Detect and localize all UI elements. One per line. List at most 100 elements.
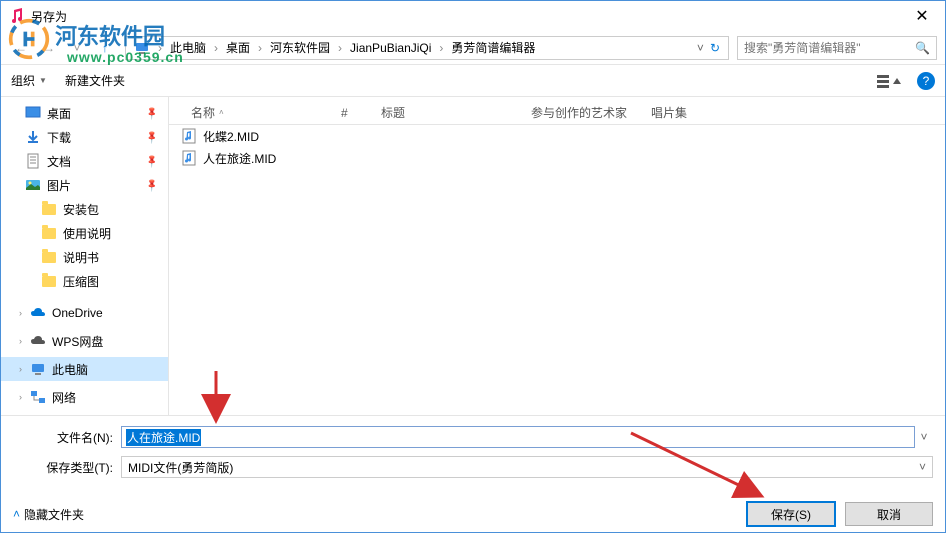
organize-label: 组织: [11, 72, 35, 89]
pc-icon: [134, 40, 150, 56]
sidebar-item-desktop[interactable]: 桌面: [1, 101, 168, 125]
chevron-right-icon: ›: [439, 41, 443, 55]
filetype-label: 保存类型(T):: [13, 459, 121, 476]
filetype-select[interactable]: MIDI文件(勇芳简版) ˅: [121, 456, 933, 478]
sidebar-label: WPS网盘: [52, 333, 103, 350]
sidebar-label: 压缩图: [63, 273, 99, 290]
organize-menu[interactable]: 组织 ▼: [11, 72, 47, 89]
downloads-icon: [25, 129, 41, 145]
chevron-right-icon: ›: [258, 41, 262, 55]
sidebar: 桌面 下载 文档 图片 安装包 使用说明 说明书 压缩图: [1, 97, 169, 415]
col-label: 名称: [191, 104, 215, 121]
sidebar-item-documents[interactable]: 文档: [1, 149, 168, 173]
toolbar: 组织 ▼ 新建文件夹 ?: [1, 65, 945, 97]
column-headers: 名称˄ # 标题 参与创作的艺术家 唱片集: [169, 101, 945, 125]
sidebar-item-wps[interactable]: › WPS网盘: [1, 329, 168, 353]
sidebar-item-network[interactable]: › 网络: [1, 385, 168, 409]
chevron-down-icon: ▼: [39, 76, 47, 85]
file-list-area: 名称˄ # 标题 参与创作的艺术家 唱片集 化蝶2.MID 人在旅途.MID: [169, 97, 945, 415]
column-artist[interactable]: 参与创作的艺术家: [521, 104, 641, 121]
save-form: 文件名(N): 人在旅途.MID ˅ 保存类型(T): MIDI文件(勇芳简版)…: [1, 415, 945, 494]
file-row[interactable]: 化蝶2.MID: [169, 125, 945, 147]
crumb-thispc[interactable]: 此电脑: [166, 37, 210, 58]
file-row[interactable]: 人在旅途.MID: [169, 147, 945, 169]
file-name: 化蝶2.MID: [203, 128, 259, 145]
cancel-button[interactable]: 取消: [845, 502, 933, 526]
up-button[interactable]: ↑: [93, 36, 117, 60]
search-icon[interactable]: 🔍: [915, 41, 930, 55]
column-album[interactable]: 唱片集: [641, 104, 721, 121]
sidebar-item-thispc[interactable]: › 此电脑: [1, 357, 168, 381]
filetype-value: MIDI文件(勇芳简版): [128, 459, 919, 476]
sidebar-label: 文档: [47, 153, 71, 170]
sidebar-item-pictures[interactable]: 图片: [1, 173, 168, 197]
column-title[interactable]: 标题: [371, 104, 521, 121]
chevron-right-icon: ›: [338, 41, 342, 55]
chevron-down-icon[interactable]: ˅: [697, 41, 704, 55]
recent-dropdown[interactable]: ˅: [65, 36, 89, 60]
sidebar-item-folder4[interactable]: 压缩图: [1, 269, 168, 293]
refresh-icon[interactable]: ↻: [710, 41, 720, 55]
tree-chevron-icon[interactable]: ›: [19, 308, 22, 318]
new-folder-label: 新建文件夹: [65, 72, 125, 89]
search-input[interactable]: [744, 41, 915, 55]
new-folder-button[interactable]: 新建文件夹: [65, 72, 125, 89]
sidebar-label: 说明书: [63, 249, 99, 266]
main-area: 桌面 下载 文档 图片 安装包 使用说明 说明书 压缩图: [1, 97, 945, 415]
crumb-folder1[interactable]: 河东软件园: [266, 37, 334, 58]
forward-button[interactable]: →: [37, 36, 61, 60]
pictures-icon: [25, 177, 41, 193]
hide-folders-toggle[interactable]: ˄ 隐藏文件夹: [13, 506, 84, 523]
chevron-right-icon: ›: [214, 41, 218, 55]
sidebar-item-folder3[interactable]: 说明书: [1, 245, 168, 269]
filename-input-wrap[interactable]: 人在旅途.MID: [121, 426, 915, 448]
help-icon[interactable]: ?: [917, 72, 935, 90]
chevron-down-icon: ˅: [919, 460, 926, 474]
pc-icon: [30, 361, 46, 377]
wps-icon: [30, 333, 46, 349]
titlebar: 另存为 ✕: [1, 1, 945, 31]
sidebar-item-folder2[interactable]: 使用说明: [1, 221, 168, 245]
folder-icon: [41, 249, 57, 265]
tree-chevron-icon[interactable]: ›: [19, 336, 22, 346]
sidebar-label: 安装包: [63, 201, 99, 218]
close-button[interactable]: ✕: [899, 1, 945, 31]
folder-icon: [41, 201, 57, 217]
filename-dropdown-icon[interactable]: ˅: [915, 430, 933, 444]
desktop-icon: [25, 105, 41, 121]
crumb-desktop[interactable]: 桌面: [222, 37, 254, 58]
sidebar-label: 网络: [52, 389, 76, 406]
footer: ˄ 隐藏文件夹 保存(S) 取消: [1, 494, 945, 534]
sidebar-item-onedrive[interactable]: › OneDrive: [1, 301, 168, 325]
tree-chevron-icon[interactable]: ›: [19, 364, 22, 374]
column-name[interactable]: 名称˄: [181, 104, 331, 121]
search-box[interactable]: 🔍: [737, 36, 937, 60]
crumb-folder3[interactable]: 勇芳简谱编辑器: [447, 37, 539, 58]
filename-label: 文件名(N):: [13, 429, 121, 446]
navbar: ← → ˅ ↑ › 此电脑 › 桌面 › 河东软件园 › JianPuBianJ…: [1, 31, 945, 65]
onedrive-icon: [30, 305, 46, 321]
documents-icon: [25, 153, 41, 169]
filename-input[interactable]: 人在旅途.MID: [126, 429, 201, 446]
crumb-folder2[interactable]: JianPuBianJiQi: [346, 39, 435, 57]
sidebar-item-folder1[interactable]: 安装包: [1, 197, 168, 221]
breadcrumb[interactable]: › 此电脑 › 桌面 › 河东软件园 › JianPuBianJiQi › 勇芳…: [125, 36, 729, 60]
sidebar-label: 此电脑: [52, 361, 88, 378]
sidebar-label: OneDrive: [52, 306, 103, 320]
sidebar-label: 下载: [47, 129, 71, 146]
back-button[interactable]: ←: [9, 36, 33, 60]
folder-icon: [41, 273, 57, 289]
column-num[interactable]: #: [331, 106, 371, 120]
file-name: 人在旅途.MID: [203, 150, 276, 167]
save-button[interactable]: 保存(S): [747, 502, 835, 526]
midi-file-icon: [181, 150, 197, 166]
midi-file-icon: [181, 128, 197, 144]
window-title: 另存为: [31, 8, 899, 25]
sidebar-item-downloads[interactable]: 下载: [1, 125, 168, 149]
view-options-button[interactable]: [875, 71, 907, 91]
tree-chevron-icon[interactable]: ›: [19, 392, 22, 402]
chevron-right-icon: ›: [158, 41, 162, 55]
app-icon: [9, 8, 25, 24]
folder-icon: [41, 225, 57, 241]
chevron-up-icon: ˄: [13, 507, 20, 521]
